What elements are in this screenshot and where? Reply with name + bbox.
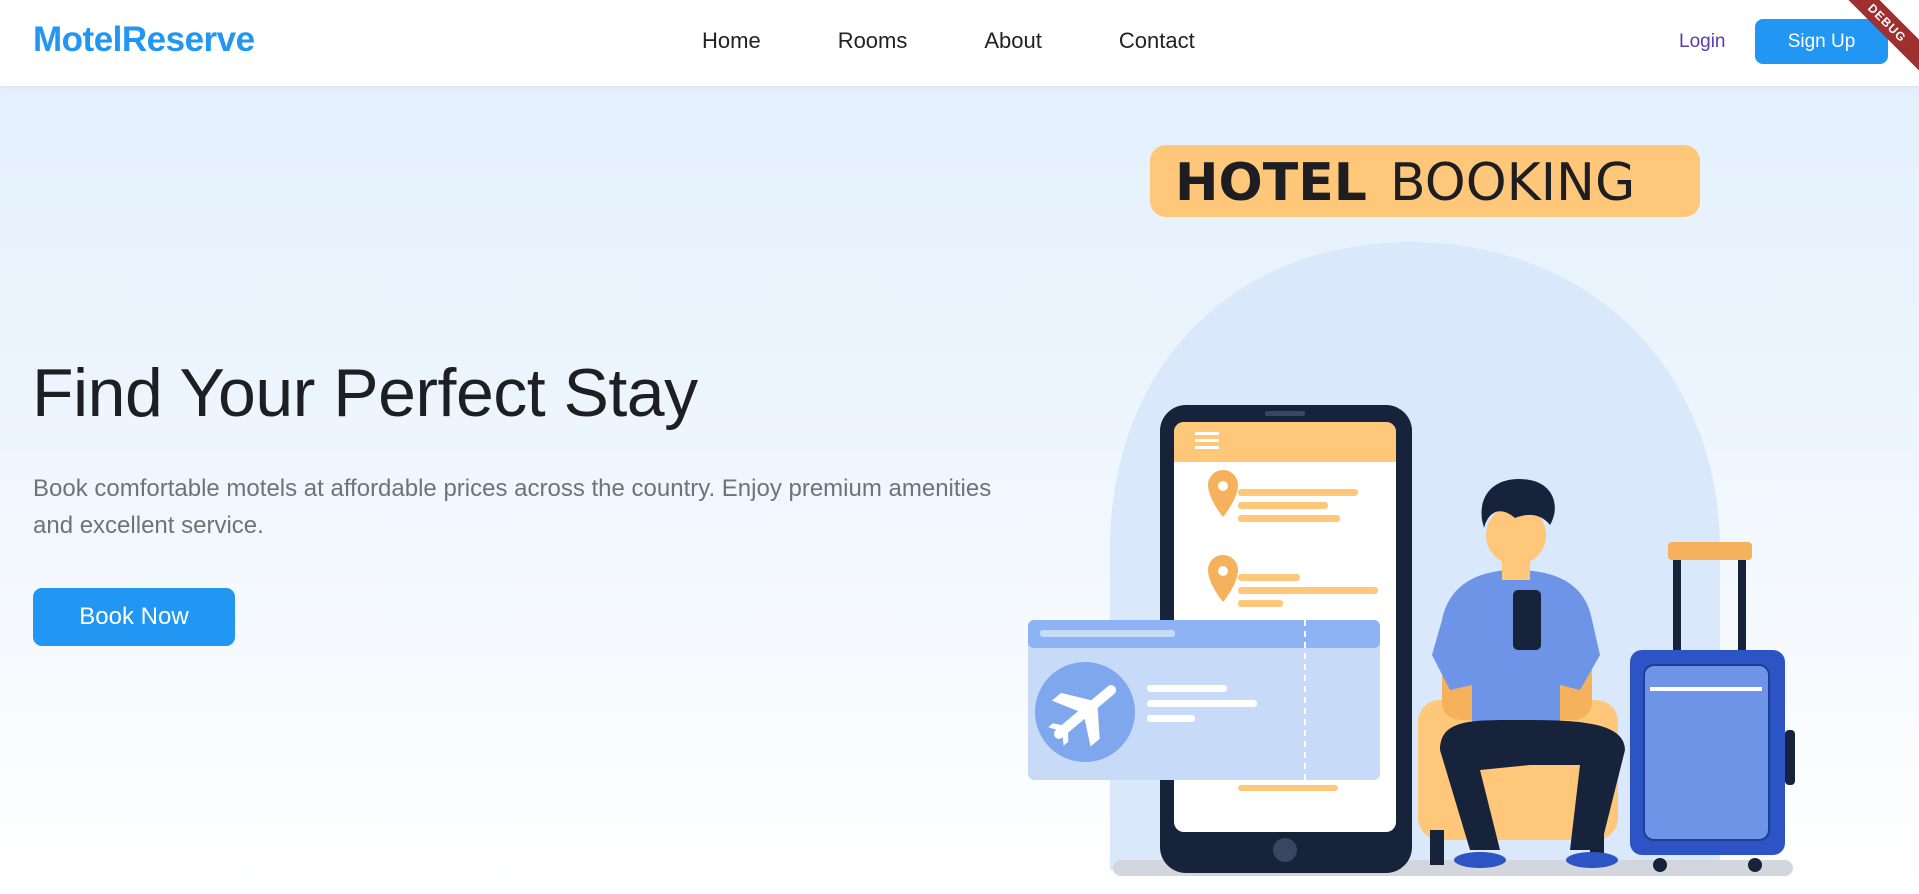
- brand-logo[interactable]: MotelReserve: [33, 20, 255, 60]
- hotel-booking-illustration: HOTEL BOOKING: [1028, 145, 1795, 876]
- badge-text-light: BOOKING: [1390, 153, 1635, 213]
- hero-subtitle: Book comfortable motels at affordable pr…: [33, 475, 992, 539]
- main-nav: Home Rooms About Contact: [702, 28, 1272, 54]
- hero-title: Find Your Perfect Stay: [32, 355, 698, 431]
- signup-button[interactable]: Sign Up: [1755, 19, 1888, 64]
- boarding-pass-icon: [1028, 620, 1380, 780]
- top-navbar: MotelReserve Home Rooms About Contact Lo…: [0, 0, 1919, 86]
- nav-home[interactable]: Home: [702, 28, 761, 54]
- nav-contact[interactable]: Contact: [1119, 28, 1195, 54]
- nav-rooms[interactable]: Rooms: [838, 28, 908, 54]
- hotel-booking-badge: HOTEL BOOKING: [1150, 145, 1700, 217]
- login-link[interactable]: Login: [1679, 31, 1726, 53]
- book-now-button[interactable]: Book Now: [33, 588, 235, 646]
- nav-about[interactable]: About: [984, 28, 1042, 54]
- badge-text-bold: HOTEL: [1175, 153, 1367, 213]
